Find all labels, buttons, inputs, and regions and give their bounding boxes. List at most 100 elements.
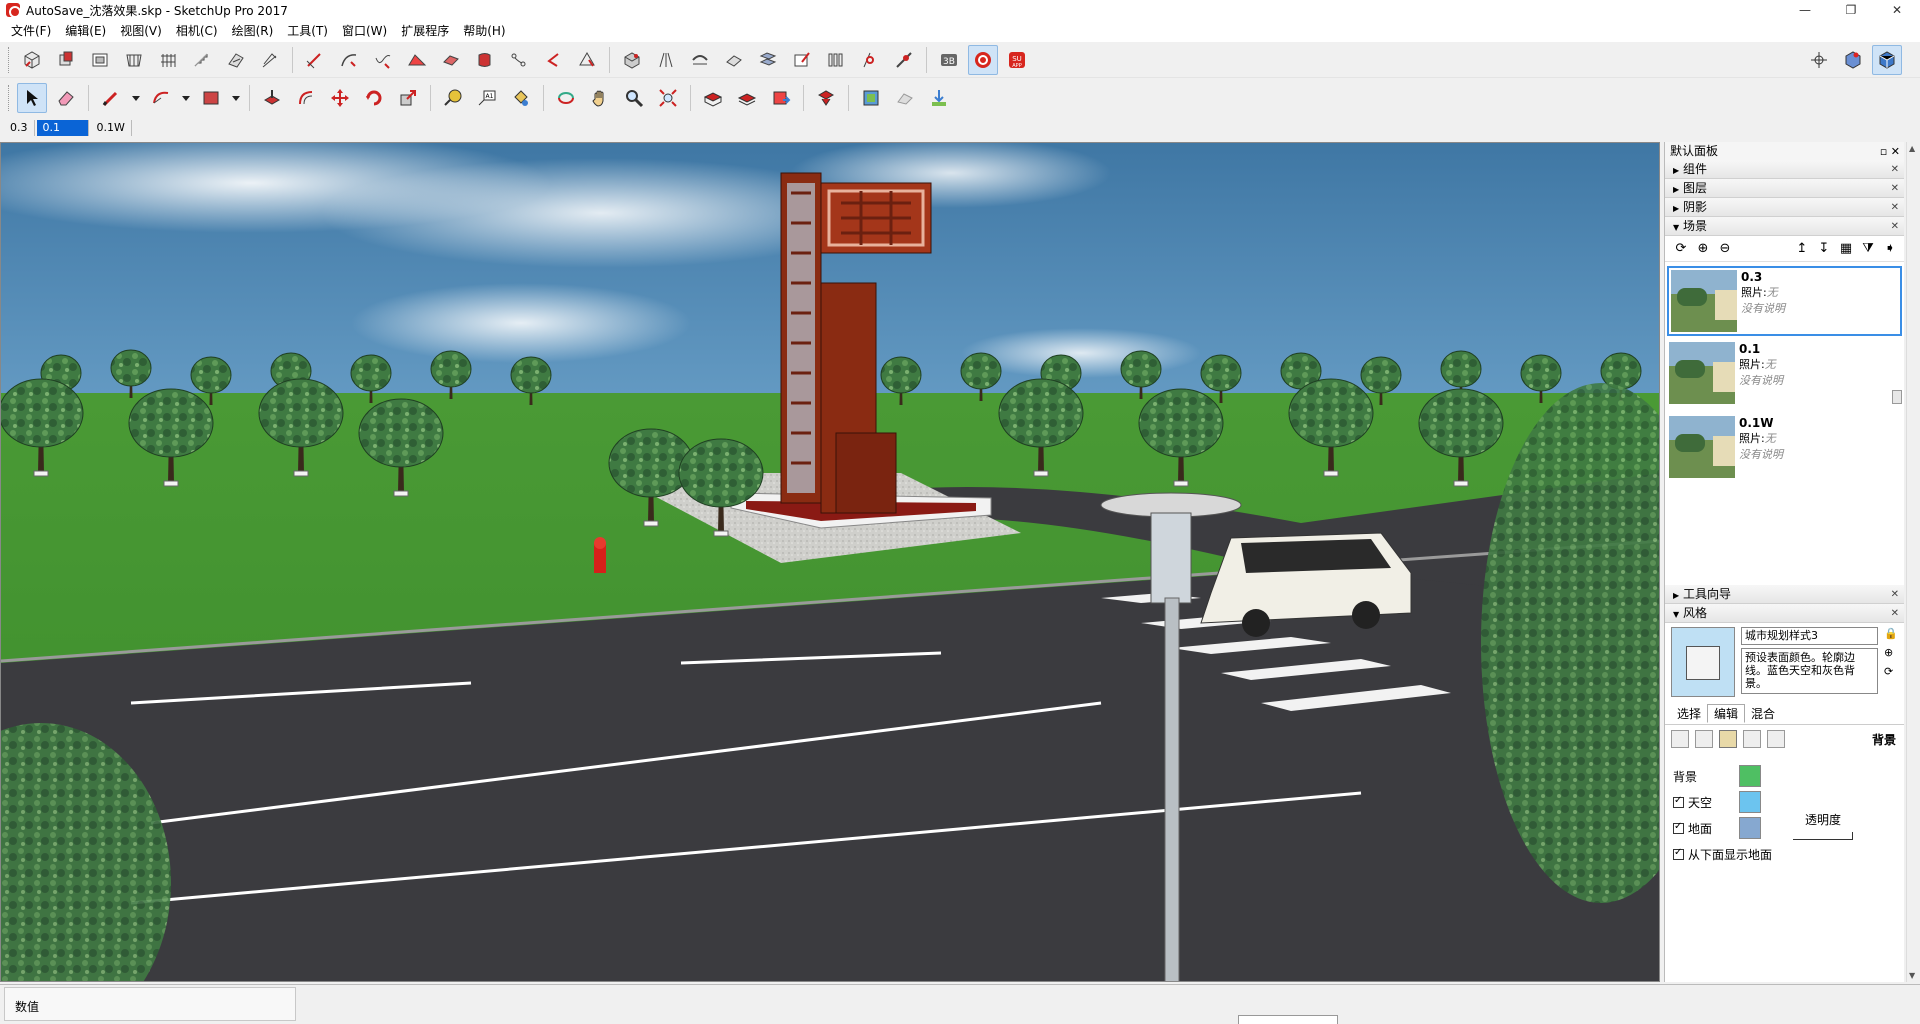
add-detail-button[interactable] [538, 45, 568, 75]
modeling-settings-icon[interactable] [1767, 730, 1785, 748]
panel-instructor[interactable]: ▶ 工具向导 ✕ [1665, 585, 1904, 604]
show-ground-from-below-checkbox[interactable] [1673, 847, 1684, 860]
background-settings-icon[interactable] [1719, 730, 1737, 748]
panel-shadows[interactable]: ▶ 阴影 ✕ [1665, 198, 1904, 217]
joint-push-pull-button[interactable] [719, 45, 749, 75]
scene-tab-0-1w[interactable]: 0.1W [91, 120, 132, 136]
sky-color-swatch[interactable] [1739, 791, 1761, 813]
eraser-tool-button[interactable] [51, 83, 81, 113]
menu-extensions[interactable]: 扩展程序 [394, 20, 456, 42]
tab-edit[interactable]: 编辑 [1707, 704, 1746, 723]
menu-edit[interactable]: 编辑(E) [58, 20, 113, 42]
refresh-icon[interactable]: ⟳ [1673, 241, 1689, 257]
arc-tool-dropdown[interactable] [180, 83, 192, 113]
toolbar-grip[interactable] [8, 85, 11, 111]
line-tool-button[interactable] [96, 83, 126, 113]
rotate-tool-button[interactable] [359, 83, 389, 113]
push-pull-tool-button[interactable] [257, 83, 287, 113]
menu-help[interactable]: 帮助(H) [456, 20, 512, 42]
round-corner-button[interactable] [685, 45, 715, 75]
background-color-swatch[interactable] [1739, 765, 1761, 787]
style-name-field[interactable]: 城市规划样式3 [1741, 627, 1878, 645]
standard-views-button[interactable] [1804, 45, 1834, 75]
panel-close-icon[interactable]: ✕ [1891, 198, 1899, 217]
arc-tool-button[interactable] [334, 45, 364, 75]
panel-scenes[interactable]: ▼ 场景 ✕ [1665, 217, 1904, 236]
vray-button[interactable] [968, 44, 998, 75]
weld-button[interactable] [889, 45, 919, 75]
menu-window[interactable]: 窗口(W) [335, 20, 394, 42]
lock-icon[interactable]: 🔒 [1884, 627, 1898, 640]
suapp-button[interactable]: SU APP [1002, 45, 1032, 75]
scene-tab-0-3[interactable]: 0.3 [4, 120, 35, 136]
style-description-field[interactable]: 预设表面颜色。轮廓边线。蓝色天空和灰色背景。 [1741, 648, 1878, 694]
filter-icon[interactable]: ⧩ [1860, 241, 1876, 257]
rectangle-tool-dropdown[interactable] [230, 83, 242, 113]
move-tool-button[interactable] [325, 83, 355, 113]
extension-warehouse-button[interactable] [811, 83, 841, 113]
maximize-button[interactable]: ❐ [1828, 0, 1874, 20]
menu-tools[interactable]: 工具(T) [280, 20, 335, 42]
scene-list-scroll-thumb[interactable] [1892, 390, 1902, 404]
tools-on-surface-button[interactable] [787, 45, 817, 75]
component-browser-button[interactable] [1838, 45, 1868, 75]
zoom-tool-button[interactable] [619, 83, 649, 113]
sky-checkbox[interactable] [1673, 795, 1684, 808]
line-draw-button[interactable] [300, 45, 330, 75]
zoom-extents-button[interactable] [653, 83, 683, 113]
extrude-button[interactable] [651, 45, 681, 75]
menu-file[interactable]: 文件(F) [4, 20, 58, 42]
solid-tools-button[interactable] [51, 45, 81, 75]
create-style-icon[interactable]: ⊕ [1884, 646, 1898, 659]
share-component-button[interactable] [766, 83, 796, 113]
section-plane-button[interactable] [85, 45, 115, 75]
edge-settings-icon[interactable] [1671, 730, 1689, 748]
smoove-button[interactable] [470, 45, 500, 75]
close-button[interactable]: ✕ [1874, 0, 1920, 20]
transparency-slider[interactable]: 透明度 [1793, 811, 1853, 840]
scene-render[interactable] [1, 143, 1660, 982]
arc-tool-button[interactable] [146, 83, 176, 113]
add-scene-icon[interactable]: ⊕ [1695, 241, 1711, 257]
minimize-button[interactable]: — [1782, 0, 1828, 20]
enscape-button[interactable]: 3B [934, 45, 964, 75]
tray-pin-close[interactable]: ▫ ✕ [1880, 143, 1900, 161]
offset-tool-button[interactable] [291, 83, 321, 113]
panel-styles[interactable]: ▼ 风格 ✕ [1665, 604, 1904, 623]
update-style-icon[interactable]: ⟳ [1884, 665, 1898, 678]
panel-close-icon[interactable]: ✕ [1891, 179, 1899, 198]
ground-checkbox[interactable] [1673, 821, 1684, 834]
panel-close-icon[interactable]: ✕ [1891, 585, 1899, 604]
line-tool-dropdown[interactable] [130, 83, 142, 113]
make-component-button[interactable] [17, 45, 47, 75]
drape-button[interactable] [402, 45, 432, 75]
share-model-button[interactable] [732, 83, 762, 113]
details-icon[interactable]: ➧ [1882, 241, 1898, 257]
ground-color-swatch[interactable] [1739, 817, 1761, 839]
warehouse-button[interactable] [617, 45, 647, 75]
shapes-button[interactable] [119, 45, 149, 75]
scene-item[interactable]: 0.3 照片:无 没有说明 [1667, 266, 1902, 336]
menu-view[interactable]: 视图(V) [113, 20, 169, 42]
move-down-icon[interactable]: ↧ [1816, 241, 1832, 257]
panel-layers[interactable]: ▶ 图层 ✕ [1665, 179, 1904, 198]
tray-scrollbar[interactable]: ▲ ▼ [1906, 142, 1920, 982]
measurements-box[interactable]: 数值 [4, 987, 296, 1021]
watermark-settings-icon[interactable] [1743, 730, 1761, 748]
3d-warehouse-button[interactable] [698, 83, 728, 113]
menu-camera[interactable]: 相机(C) [169, 20, 225, 42]
toggle-terrain-button[interactable] [890, 83, 920, 113]
tab-mix[interactable]: 混合 [1745, 705, 1781, 722]
tab-select[interactable]: 选择 [1671, 705, 1707, 722]
scroll-up-icon[interactable]: ▲ [1909, 144, 1915, 153]
fence-button[interactable] [153, 45, 183, 75]
freehand-button[interactable] [368, 45, 398, 75]
path-copy-button[interactable] [855, 45, 885, 75]
menu-draw[interactable]: 绘图(R) [225, 20, 281, 42]
dimension-text-button[interactable]: A1 [472, 83, 502, 113]
get-photo-texture-button[interactable] [924, 83, 954, 113]
move-up-icon[interactable]: ↥ [1794, 241, 1810, 257]
scroll-down-icon[interactable]: ▼ [1909, 971, 1915, 980]
scale-tool-button[interactable] [393, 83, 423, 113]
scene-item[interactable]: 0.1W 照片:无 没有说明 [1667, 414, 1902, 484]
